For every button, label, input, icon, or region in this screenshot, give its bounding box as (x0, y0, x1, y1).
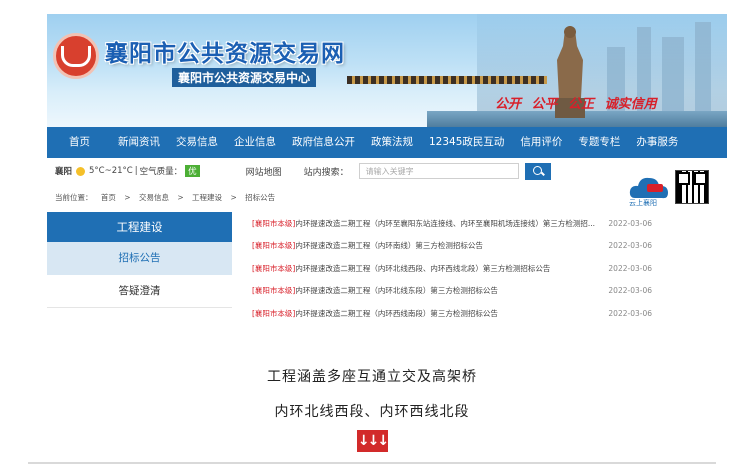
notice-title[interactable]: 内环提速改造二期工程（内环南线）第三方检测招标公告 (295, 241, 483, 250)
site-title: 襄阳市公共资源交易网 (105, 41, 345, 67)
air-quality-label: 空气质量： (139, 167, 183, 177)
app-promo[interactable]: 云上襄阳 (627, 170, 715, 210)
notice-date: 2022-03-06 (608, 263, 652, 273)
screenshot-frame: 襄阳市公共资源交易网 襄阳市公共资源交易中心 公开 公平 公正 诚实信用 首页 … (47, 14, 727, 318)
nav-trade-info[interactable]: 交易信息 (168, 127, 226, 158)
notice-date: 2022-03-06 (608, 308, 652, 318)
breadcrumb: 当前位置： 首页 > 交易信息 > 工程建设 > 招标公告 (55, 192, 281, 203)
notice-title[interactable]: 内环提速改造二期工程（内环北线西段、内环西线北段）第三方检测招标公告 (295, 264, 550, 273)
nav-12345[interactable]: 12345政民互动 (421, 127, 512, 158)
breadcrumb-trade-info[interactable]: 交易信息 (139, 193, 169, 202)
notice-title[interactable]: 内环提速改造二期工程（内环至襄阳东站连接线、内环至襄阳机场连接线）第三方检测招.… (295, 219, 595, 228)
sidebar: 工程建设 招标公告 答疑澄清 (47, 212, 232, 308)
sidebar-heading: 工程建设 (47, 212, 232, 242)
nav-company-info[interactable]: 企业信息 (226, 127, 284, 158)
nav-home[interactable]: 首页 (47, 127, 110, 158)
list-item[interactable]: [襄阳市本级]内环提速改造二期工程（内环北线东段）第三方检测招标公告 2022-… (252, 280, 652, 303)
caption-line-2: 内环北线西段、内环西线北段 (274, 404, 470, 420)
divider (28, 462, 716, 464)
building-image (695, 22, 711, 117)
divider: | (134, 166, 138, 176)
search-label: 站内搜索： (303, 167, 349, 178)
sidebar-item-clarification[interactable]: 答疑澄清 (47, 275, 232, 308)
breadcrumb-home[interactable]: 首页 (101, 193, 116, 202)
breadcrumb-current: 招标公告 (245, 193, 276, 202)
slogan-text: 公开 公平 公正 诚实信用 (495, 97, 657, 112)
list-item[interactable]: [襄阳市本级]内环提速改造二期工程（内环西线南段）第三方检测招标公告 2022-… (252, 302, 652, 318)
sitemap-link[interactable]: 网站地图 (246, 165, 282, 178)
app-badge-label: 云上襄阳 (629, 199, 657, 207)
notice-list: [襄阳市本级]内环提速改造二期工程（内环至襄阳东站连接线、内环至襄阳机场连接线）… (252, 212, 652, 318)
notice-date: 2022-03-06 (608, 241, 652, 251)
region-tag: [襄阳市本级] (252, 241, 296, 251)
nav-credit[interactable]: 信用评价 (512, 127, 570, 158)
weather-text: 5°C~21°C (89, 166, 133, 176)
notice-date: 2022-03-06 (608, 218, 652, 228)
site-logo[interactable] (53, 33, 99, 79)
city-wall-image (347, 76, 547, 84)
region-tag: [襄阳市本级] (252, 218, 296, 228)
building-image (662, 37, 684, 117)
notice-title[interactable]: 内环提速改造二期工程（内环西线南段）第三方检测招标公告 (295, 309, 498, 318)
list-item[interactable]: [襄阳市本级]内环提速改造二期工程（内环至襄阳东站连接线、内环至襄阳机场连接线）… (252, 212, 652, 235)
region-tag: [襄阳市本级] (252, 308, 296, 318)
header-banner: 襄阳市公共资源交易网 襄阳市公共资源交易中心 公开 公平 公正 诚实信用 (47, 14, 727, 127)
notice-title[interactable]: 内环提速改造二期工程（内环北线东段）第三方检测招标公告 (295, 286, 498, 295)
region-tag: [襄阳市本级] (252, 286, 296, 296)
list-item[interactable]: [襄阳市本级]内环提速改造二期工程（内环北线西段、内环西线北段）第三方检测招标公… (252, 257, 652, 280)
region-tag: [襄阳市本级] (252, 263, 296, 273)
nav-gov-info[interactable]: 政府信息公开 (284, 127, 363, 158)
site-subtitle: 襄阳市公共资源交易中心 (172, 68, 317, 87)
list-item[interactable]: [襄阳市本级]内环提速改造二期工程（内环南线）第三方检测招标公告 2022-03… (252, 235, 652, 258)
breadcrumb-separator: > (124, 193, 131, 202)
breadcrumb-construction[interactable]: 工程建设 (192, 193, 222, 202)
nav-topics[interactable]: 专题专栏 (570, 127, 628, 158)
search-input[interactable]: 请输入关键字 (358, 163, 519, 179)
nav-news[interactable]: 新闻资讯 (110, 127, 168, 158)
search-button[interactable] (524, 162, 551, 180)
main-nav: 首页 新闻资讯 交易信息 企业信息 政府信息公开 政策法规 12345政民互动 … (47, 127, 727, 158)
city-label: 襄阳 (55, 167, 73, 177)
sun-icon (76, 166, 86, 176)
breadcrumb-separator: > (230, 193, 237, 202)
caption-line-1: 工程涵盖多座互通立交及高架桥 (267, 369, 477, 385)
qr-code (675, 170, 709, 204)
nav-services[interactable]: 办事服务 (628, 127, 686, 158)
air-quality-badge: 优 (185, 165, 200, 177)
breadcrumb-separator: > (177, 193, 184, 202)
breadcrumb-prefix: 当前位置： (55, 193, 93, 202)
down-arrows-icon: ↓↓↓ (357, 430, 389, 452)
sidebar-item-bid-notice[interactable]: 招标公告 (47, 242, 232, 275)
nav-policy[interactable]: 政策法规 (363, 127, 421, 158)
info-bar: 襄阳 5°C~21°C | 空气质量： 优 网站地图 站内搜索： 请输入关键字 (47, 160, 727, 182)
notice-date: 2022-03-06 (608, 286, 652, 296)
